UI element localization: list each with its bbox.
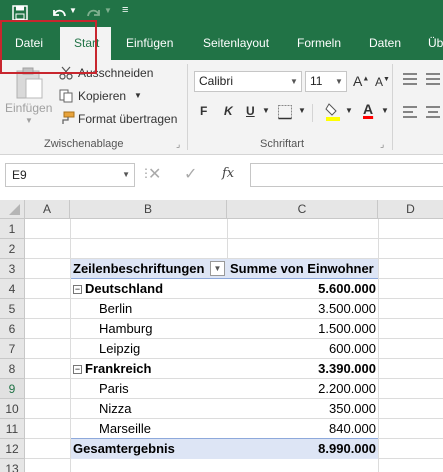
save-icon[interactable] xyxy=(12,5,28,21)
align-left-icon[interactable] xyxy=(402,105,418,119)
format-painter-button[interactable]: Format übertragen xyxy=(78,112,177,126)
ribbon-start: Einfügen ▼ Ausschneiden Kopieren ▼ Forma… xyxy=(0,60,443,155)
align-middle-icon[interactable] xyxy=(425,72,441,86)
fill-color-dropdown-icon[interactable]: ▼ xyxy=(345,106,353,115)
pivot-item-value[interactable]: 3.500.000 xyxy=(227,299,376,319)
pivot-row-labels-header[interactable]: Zeilenbeschriftungen xyxy=(71,259,227,279)
tab-ueberpruefen[interactable]: Üb xyxy=(428,27,443,60)
tab-daten[interactable]: Daten xyxy=(369,27,401,60)
customize-quick-access-icon[interactable]: ≡ xyxy=(122,4,128,16)
copy-dropdown-icon[interactable]: ▼ xyxy=(134,91,142,100)
clipboard-launcher-icon[interactable]: ⌟ xyxy=(176,139,180,150)
pivot-item-label[interactable]: Marseille xyxy=(99,419,227,439)
separator xyxy=(312,104,313,122)
name-box[interactable]: E9 ▼ xyxy=(5,163,135,187)
borders-icon[interactable] xyxy=(277,104,293,120)
font-group-label: Schriftart xyxy=(260,138,305,150)
pivot-item-label[interactable]: Berlin xyxy=(99,299,227,319)
pivot-grand-total-label[interactable]: Gesamtergebnis xyxy=(71,438,227,459)
row-header-10[interactable]: 10 xyxy=(0,399,25,419)
copy-button[interactable]: Kopieren xyxy=(78,89,126,103)
font-color-button[interactable]: A xyxy=(363,101,373,117)
italic-button[interactable]: K xyxy=(224,104,233,118)
pivot-item-value[interactable]: 350.000 xyxy=(227,399,376,419)
pivot-group-value[interactable]: 3.390.000 xyxy=(227,359,376,379)
underline-button[interactable]: U xyxy=(246,104,255,118)
pivot-item-value[interactable]: 840.000 xyxy=(227,419,376,439)
copy-icon[interactable] xyxy=(59,89,73,103)
clipboard-group-label: Zwischenablage xyxy=(44,138,124,150)
row-header-13[interactable]: 13 xyxy=(0,459,25,472)
column-header-a[interactable]: A xyxy=(25,200,70,219)
row-header-4[interactable]: 4 xyxy=(0,279,25,299)
chevron-down-icon[interactable]: ▼ xyxy=(122,164,130,186)
pivot-group-row[interactable]: − Frankreich xyxy=(73,359,227,379)
enter-icon[interactable]: ✓ xyxy=(184,164,197,184)
font-name-value: Calibri xyxy=(199,74,234,88)
gridline xyxy=(25,238,443,239)
undo-dropdown-icon[interactable]: ▼ xyxy=(69,6,77,15)
pivot-group-row[interactable]: − Deutschland xyxy=(73,279,227,299)
pivot-item-label[interactable]: Leipzig xyxy=(99,339,227,359)
font-color-dropdown-icon[interactable]: ▼ xyxy=(381,106,389,115)
font-launcher-icon[interactable]: ⌟ xyxy=(380,139,384,150)
grow-font-button[interactable]: A▲ xyxy=(353,73,369,89)
paste-dropdown-icon[interactable]: ▼ xyxy=(25,116,33,125)
pivot-values-header[interactable]: Summe von Einwohner xyxy=(227,259,378,279)
column-header-c[interactable]: C xyxy=(227,200,378,219)
gridline xyxy=(70,219,71,472)
row-header-9[interactable]: 9 xyxy=(0,379,25,399)
formula-input[interactable] xyxy=(250,163,443,187)
filter-dropdown-icon[interactable]: ▼ xyxy=(210,261,225,276)
underline-dropdown-icon[interactable]: ▼ xyxy=(262,106,270,115)
align-center-icon[interactable] xyxy=(425,105,441,119)
borders-dropdown-icon[interactable]: ▼ xyxy=(298,106,306,115)
row-header-7[interactable]: 7 xyxy=(0,339,25,359)
tab-einfuegen[interactable]: Einfügen xyxy=(126,27,173,60)
gridline xyxy=(227,219,228,259)
row-header-12[interactable]: 12 xyxy=(0,439,25,459)
row-header-1[interactable]: 1 xyxy=(0,219,25,239)
fill-color-icon[interactable] xyxy=(325,101,341,121)
pivot-item-label[interactable]: Paris xyxy=(99,379,227,399)
pivot-item-label[interactable]: Hamburg xyxy=(99,319,227,339)
paste-button[interactable]: Einfügen xyxy=(5,101,52,115)
pivot-group-value[interactable]: 5.600.000 xyxy=(227,279,376,299)
chevron-down-icon[interactable]: ▼ xyxy=(332,72,346,91)
align-top-icon[interactable] xyxy=(402,72,418,86)
pivot-item-value[interactable]: 2.200.000 xyxy=(227,379,376,399)
insert-function-button[interactable]: fx xyxy=(222,166,234,181)
pivot-item-value[interactable]: 600.000 xyxy=(227,339,376,359)
column-header-d[interactable]: D xyxy=(378,200,443,219)
shrink-font-button[interactable]: A▼ xyxy=(375,75,390,89)
highlight-box xyxy=(0,20,97,74)
group-separator xyxy=(187,64,188,150)
column-header-b[interactable]: B xyxy=(70,200,227,219)
row-header-5[interactable]: 5 xyxy=(0,299,25,319)
row-header-2[interactable]: 2 xyxy=(0,239,25,259)
row-header-11[interactable]: 11 xyxy=(0,419,25,439)
pivot-item-value[interactable]: 1.500.000 xyxy=(227,319,376,339)
bold-button[interactable]: F xyxy=(200,104,207,118)
gridline xyxy=(378,219,379,472)
tab-formeln[interactable]: Formeln xyxy=(297,27,341,60)
font-size-value: 11 xyxy=(310,74,323,88)
redo-dropdown-icon[interactable]: ▼ xyxy=(104,6,112,15)
collapse-icon[interactable]: − xyxy=(73,285,82,295)
row-header-6[interactable]: 6 xyxy=(0,319,25,339)
format-painter-icon[interactable] xyxy=(59,111,75,125)
collapse-icon[interactable]: − xyxy=(73,365,82,375)
pivot-item-label[interactable]: Nizza xyxy=(99,399,227,419)
name-box-value: E9 xyxy=(12,168,27,182)
group-separator xyxy=(392,64,393,150)
tab-seitenlayout[interactable]: Seitenlayout xyxy=(203,27,269,60)
row-header-3[interactable]: 3 xyxy=(0,259,25,279)
font-name-combo[interactable]: Calibri ▼ xyxy=(194,71,302,92)
pivot-grand-total-value[interactable]: 8.990.000 xyxy=(227,438,378,459)
chevron-down-icon[interactable]: ▼ xyxy=(287,72,301,91)
row-header-8[interactable]: 8 xyxy=(0,359,25,379)
font-size-combo[interactable]: 11 ▼ xyxy=(305,71,347,92)
cancel-icon[interactable]: ✕ xyxy=(148,164,161,184)
select-all-corner[interactable] xyxy=(0,200,25,219)
